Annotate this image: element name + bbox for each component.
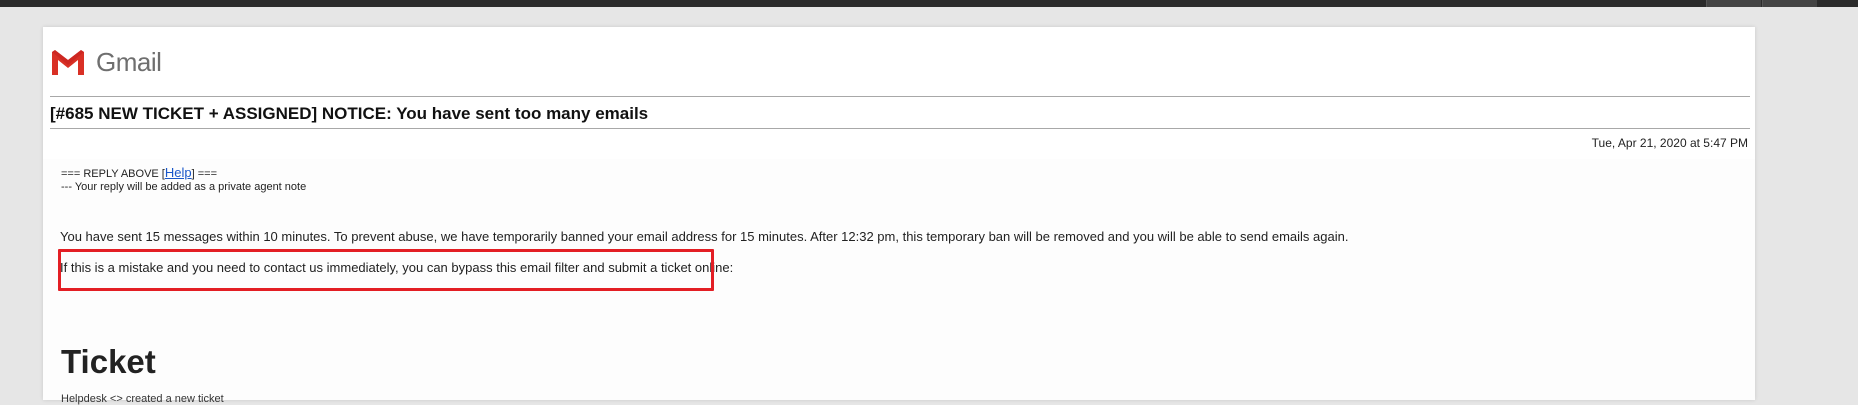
reply-above-line: === REPLY ABOVE [Help] ===: [61, 165, 217, 180]
red-highlight-box: [58, 249, 714, 291]
help-link[interactable]: Help: [165, 165, 192, 180]
private-note-line: --- Your reply will be added as a privat…: [61, 181, 307, 193]
reply-above-suffix: ] ===: [191, 168, 217, 180]
ticket-subline: Helpdesk <> created a new ticket: [61, 393, 224, 405]
print-view-page: Gmail [#685 NEW TICKET + ASSIGNED] NOTIC…: [43, 27, 1755, 405]
email-subject: [#685 NEW TICKET + ASSIGNED] NOTICE: You…: [50, 104, 649, 123]
email-date: Tue, Apr 21, 2020 at 5:47 PM: [1591, 136, 1748, 150]
ticket-heading: Ticket: [61, 343, 156, 380]
gmail-logo-text: Gmail: [96, 46, 162, 77]
divider: [50, 96, 1750, 97]
gmail-m-icon: [52, 50, 84, 75]
divider: [50, 128, 1750, 129]
gmail-logo: Gmail: [50, 46, 162, 77]
reply-above-prefix: === REPLY ABOVE [: [61, 168, 165, 180]
window-button[interactable]: [1706, 0, 1761, 7]
window-top-bar: [0, 0, 1858, 7]
window-button[interactable]: [1762, 0, 1817, 7]
paragraph-ban-notice: You have sent 15 messages within 10 minu…: [60, 229, 1349, 244]
